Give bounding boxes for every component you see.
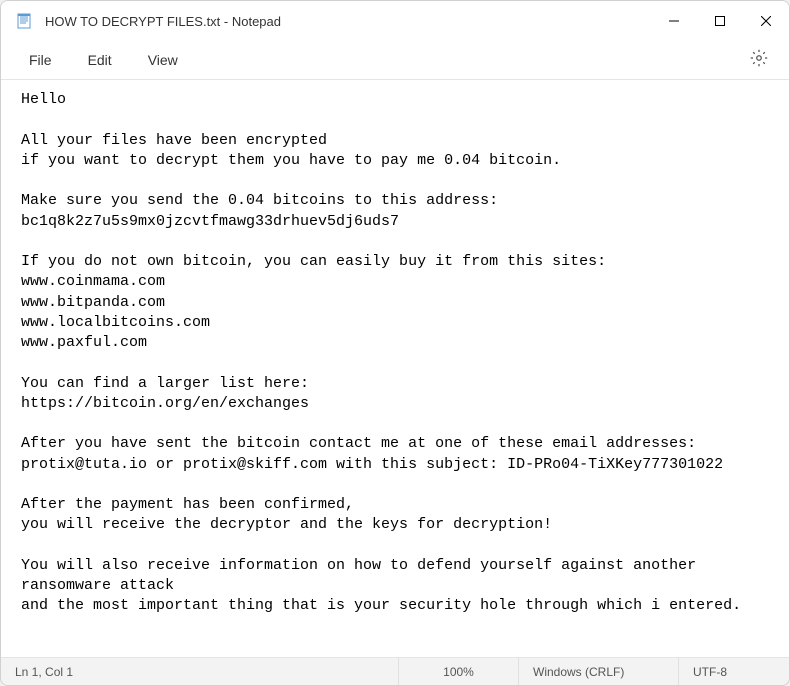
status-cursor-position[interactable]: Ln 1, Col 1 (1, 658, 399, 685)
statusbar: Ln 1, Col 1 100% Windows (CRLF) UTF-8 (1, 657, 789, 685)
settings-button[interactable] (743, 44, 775, 76)
notepad-icon (15, 12, 33, 30)
window-controls (651, 1, 789, 41)
gear-icon (750, 49, 768, 72)
close-button[interactable] (743, 1, 789, 41)
menubar: File Edit View (1, 41, 789, 79)
status-encoding[interactable]: UTF-8 (679, 658, 789, 685)
menu-view[interactable]: View (134, 46, 192, 74)
titlebar[interactable]: HOW TO DECRYPT FILES.txt - Notepad (1, 1, 789, 41)
menu-edit[interactable]: Edit (74, 46, 126, 74)
maximize-button[interactable] (697, 1, 743, 41)
status-zoom[interactable]: 100% (399, 658, 519, 685)
text-editor[interactable]: Hello All your files have been encrypted… (1, 80, 789, 657)
status-line-ending[interactable]: Windows (CRLF) (519, 658, 679, 685)
menu-file[interactable]: File (15, 46, 66, 74)
notepad-window: HOW TO DECRYPT FILES.txt - Notepad File … (0, 0, 790, 686)
window-title: HOW TO DECRYPT FILES.txt - Notepad (45, 14, 651, 29)
minimize-button[interactable] (651, 1, 697, 41)
